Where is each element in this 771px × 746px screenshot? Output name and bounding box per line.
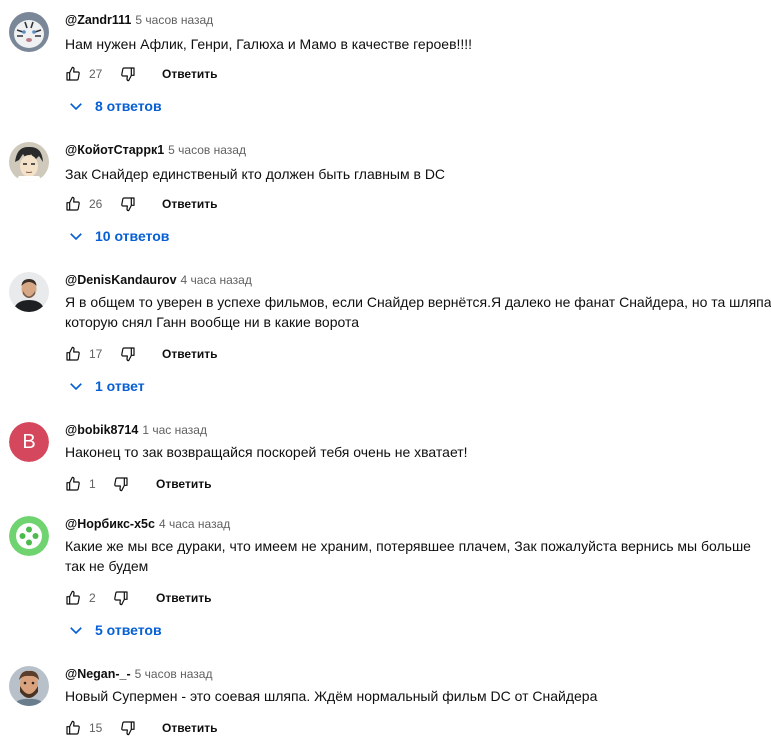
man-photo-avatar-icon [9,272,49,312]
dislike-button[interactable] [120,344,136,364]
comment-text: Какие же мы все дураки, что имеем не хра… [65,536,771,576]
dislike-button[interactable] [113,588,129,608]
thumbs-up-icon [66,476,80,491]
view-replies-button[interactable]: 5 ответов [67,619,162,641]
avatar[interactable] [9,272,49,312]
thumbs-up-icon [66,66,80,81]
thumbs-down-icon [121,347,135,362]
comment-text: Я в общем то уверен в успехе фильмов, ес… [65,292,771,332]
chevron-down-icon [70,233,82,241]
comment-text: Наконец то зак возвращайся поскорей тебя… [65,442,771,462]
avatar[interactable] [9,142,49,182]
timestamp[interactable]: 5 часов назад [135,667,213,681]
comment-text-line: Нам нужен Афлик, Генри, Галюха и Мамо в … [65,36,473,52]
like-count: 2 [89,591,96,605]
comment-header: @bobik8714 1 час назад [65,422,207,438]
comment-text-line: Новый Супермен - это соевая шляпа. Ждём … [65,688,598,704]
author-name[interactable]: @КойотСтаррк1 [65,143,164,157]
bearded-man-avatar-icon [9,666,49,706]
reply-button[interactable]: Ответить [162,67,217,81]
avatar-letter: B [22,430,36,453]
like-count: 17 [89,347,103,361]
like-button[interactable] [65,194,81,214]
white-tiger-avatar-icon [9,12,49,52]
replies-count-label: 8 ответов [95,98,162,114]
dislike-button[interactable] [120,64,136,84]
thumbs-down-icon [114,591,128,606]
reply-button[interactable]: Ответить [162,197,217,211]
author-name[interactable]: @DenisKandaurov [65,273,177,287]
like-button[interactable] [65,344,81,364]
like-count: 15 [89,721,103,735]
author-name[interactable]: @Норбикс-х5с [65,517,155,531]
avatar[interactable] [9,666,49,706]
like-button[interactable] [65,474,81,494]
thumbs-down-icon [121,67,135,82]
view-replies-button[interactable]: 10 ответов [67,225,169,247]
chevron-down-icon [70,627,82,635]
comment-text-line: Я в общем то уверен в успехе фильмов, ес… [65,294,771,310]
thumbs-up-icon [66,720,80,735]
avatar[interactable] [9,12,49,52]
chevron-down-icon [70,383,82,391]
dislike-button[interactable] [120,194,136,214]
dislike-button[interactable] [120,718,136,738]
timestamp[interactable]: 1 час назад [142,423,207,437]
avatar[interactable] [9,516,49,556]
timestamp[interactable]: 4 часа назад [181,273,252,287]
dislike-button[interactable] [113,474,129,494]
comment-text-line: Зак Снайдер единственый кто должен быть … [65,166,446,182]
reply-button[interactable]: Ответить [162,721,217,735]
like-count: 1 [89,477,96,491]
comment-text-line: Какие же мы все дураки, что имеем не хра… [65,538,751,554]
reply-button[interactable]: Ответить [156,591,211,605]
like-button[interactable] [65,588,81,608]
comment-text: Новый Супермен - это соевая шляпа. Ждём … [65,686,771,706]
comment-text-line: так не будем [65,558,149,574]
comment-text: Нам нужен Афлик, Генри, Галюха и Мамо в … [65,34,771,54]
timestamp[interactable]: 4 часа назад [159,517,230,531]
replies-count-label: 5 ответов [95,622,162,638]
comment-header: @Negan-_- 5 часов назад [65,666,212,682]
thumbs-down-icon [114,477,128,492]
comment-header: @DenisKandaurov 4 часа назад [65,272,252,288]
view-replies-button[interactable]: 1 ответ [67,375,145,397]
comment-header: @КойотСтаррк1 5 часов назад [65,142,246,158]
green-gamepad-avatar-icon [9,516,49,556]
thumbs-up-icon [66,346,80,361]
reply-button[interactable]: Ответить [162,347,217,361]
comment-text: Зак Снайдер единственый кто должен быть … [65,164,771,184]
thumbs-down-icon [121,197,135,212]
author-name[interactable]: @bobik8714 [65,423,138,437]
thumbs-up-icon [66,196,80,211]
like-button[interactable] [65,718,81,738]
view-replies-button[interactable]: 8 ответов [67,95,162,117]
chevron-down-icon [70,103,82,111]
replies-count-label: 10 ответов [95,228,170,244]
comment-text-line: Наконец то зак возвращайся поскорей тебя… [65,444,468,460]
comment-text-line: которую снял Ганн вообще ни в какие воро… [65,314,360,330]
author-name[interactable]: @Negan-_- [65,667,131,681]
reply-button[interactable]: Ответить [156,477,211,491]
like-count: 26 [89,197,103,211]
replies-count-label: 1 ответ [95,378,145,394]
like-count: 27 [89,67,103,81]
like-button[interactable] [65,64,81,84]
comment-header: @Норбикс-х5с 4 часа назад [65,516,230,532]
timestamp[interactable]: 5 часов назад [168,143,246,157]
thumbs-up-icon [66,590,80,605]
timestamp[interactable]: 5 часов назад [135,13,213,27]
author-name[interactable]: @Zandr111 [65,13,131,27]
avatar[interactable]: B [9,422,49,462]
anime-character-avatar-icon [9,142,49,182]
thumbs-down-icon [121,721,135,736]
comment-header: @Zandr111 5 часов назад [65,12,213,28]
